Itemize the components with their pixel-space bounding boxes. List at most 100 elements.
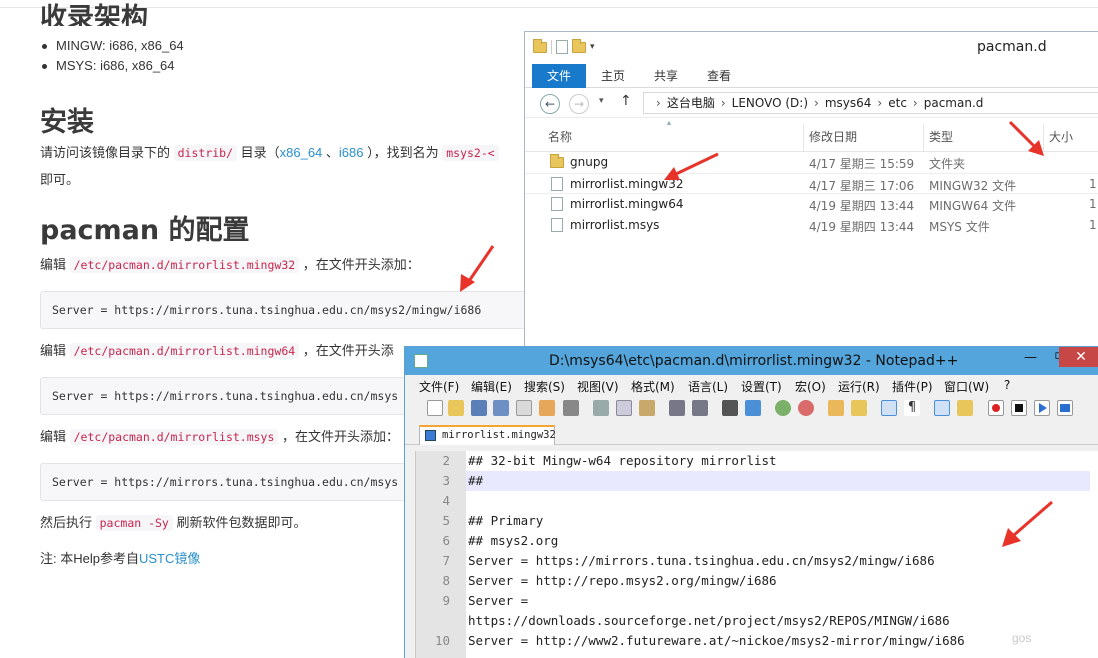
find-icon[interactable] [722, 400, 738, 416]
menu-window[interactable]: 窗口(W) [944, 378, 989, 395]
new-file-icon[interactable] [427, 400, 443, 416]
show-all-chars-icon[interactable]: ¶ [904, 400, 920, 416]
tab-share[interactable]: 共享 [654, 64, 678, 88]
file-explorer-window: ▾ pacman.d 文件 主页 共享 查看 ← → ▾ ↑ › 这台电脑 › LEN… [524, 31, 1098, 349]
menu-plugins[interactable]: 插件(P) [892, 378, 933, 395]
menu-edit[interactable]: 编辑(E) [471, 378, 512, 395]
breadcrumb-item[interactable]: 这台电脑 [667, 96, 715, 110]
explorer-titlebar: ▾ pacman.d [525, 32, 1098, 64]
indent-guide-icon[interactable] [934, 400, 950, 416]
arch-item: MINGW: i686, x86_64 [40, 36, 184, 56]
code-block-mingw32[interactable]: Server = https://mirrors.tuna.tsinghua.e… [40, 291, 530, 329]
text: 编辑 [40, 429, 70, 444]
text: ，在文件开头添加： [299, 257, 420, 272]
divider [923, 124, 924, 152]
column-size[interactable]: 大小 [1049, 128, 1073, 145]
screenshot-root: 收录架构 MINGW: i686, x86_64 MSYS: i686, x86… [0, 0, 1098, 658]
open-file-icon[interactable] [448, 400, 464, 416]
npp-menubar: 文件(F) 编辑(E) 搜索(S) 视图(V) 格式(M) 语言(L) 设置(T… [405, 375, 1098, 397]
run-macro-multiple-icon[interactable] [1057, 400, 1073, 416]
column-name[interactable]: 名称 [548, 128, 572, 145]
divider [803, 124, 804, 152]
save-all-icon[interactable] [493, 400, 509, 416]
tab-mirrorlist-mingw32[interactable]: mirrorlist.mingw32 [419, 425, 556, 445]
column-date[interactable]: 修改日期 [809, 128, 857, 145]
browser-top-edge [0, 0, 1098, 8]
record-macro-icon[interactable] [988, 400, 1004, 416]
breadcrumb-item[interactable]: LENOVO (D:) [732, 96, 808, 110]
ustc-mirror-link[interactable]: USTC镜像 [139, 551, 200, 566]
menu-search[interactable]: 搜索(S) [524, 378, 565, 395]
copy-icon[interactable] [616, 400, 632, 416]
file-date: 4/17 星期三 15:59 [809, 157, 915, 171]
undo-icon[interactable] [669, 400, 685, 416]
minimize-icon[interactable]: — [1024, 350, 1037, 365]
close-icon[interactable]: ✕ [1059, 347, 1098, 367]
play-macro-icon[interactable] [1034, 400, 1050, 416]
code-line: 9 Server = [416, 591, 1098, 611]
inline-code: /etc/pacman.d/mirrorlist.mingw32 [69, 257, 300, 273]
text: 目录（ [237, 145, 280, 160]
menu-view[interactable]: 视图(V) [577, 378, 619, 395]
save-icon[interactable] [471, 400, 487, 416]
install-heading: 安装 [40, 107, 94, 138]
column-type[interactable]: 类型 [929, 128, 953, 145]
address-breadcrumb[interactable]: › 这台电脑 › LENOVO (D:) › msys64 › etc › pacman.d [643, 92, 1098, 114]
paste-icon[interactable] [639, 400, 655, 416]
line-text: Server = http://www2.futureware.at/~nick… [468, 633, 965, 648]
new-folder-icon[interactable] [572, 38, 586, 53]
cut-icon[interactable] [593, 400, 609, 416]
line-number: 6 [442, 533, 450, 548]
back-arrow-icon[interactable]: ← [540, 94, 560, 114]
menu-help[interactable]: ? [1004, 378, 1010, 392]
stop-macro-icon[interactable] [1011, 400, 1027, 416]
forward-arrow-icon[interactable]: → [569, 94, 589, 114]
tab-file[interactable]: 文件 [532, 64, 586, 88]
print-icon[interactable] [563, 400, 579, 416]
tab-home[interactable]: 主页 [601, 64, 625, 88]
zoom-out-icon[interactable] [798, 400, 814, 416]
editor-area[interactable]: 2 ## 32-bit Mingw-w64 repository mirrorli… [415, 451, 1098, 658]
file-row-mirrorlist-msys[interactable]: mirrorlist.msys 4/19 星期四 13:44 MSYS 文件 1 [525, 215, 1098, 236]
code-line: https://downloads.sourceforge.net/projec… [416, 611, 1098, 631]
npp-window-title: D:\msys64\etc\pacman.d\mirrorlist.mingw3… [549, 353, 959, 369]
code-line: 2 ## 32-bit Mingw-w64 repository mirrorli… [416, 451, 1098, 471]
menu-macro[interactable]: 宏(O) [795, 378, 826, 395]
npp-tab-bar: mirrorlist.mingw32 [405, 421, 1098, 445]
close-file-icon[interactable] [516, 400, 532, 416]
zoom-in-icon[interactable] [775, 400, 791, 416]
x86-64-link[interactable]: x86_64 [280, 145, 323, 160]
menu-run[interactable]: 运行(R) [838, 378, 880, 395]
menu-settings[interactable]: 设置(T) [741, 378, 782, 395]
word-wrap-icon[interactable] [881, 400, 897, 416]
sync-horizontal-icon[interactable] [851, 400, 867, 416]
i686-link[interactable]: i686 [339, 145, 364, 160]
chevron-down-icon[interactable]: ▾ [590, 42, 595, 52]
doc-map-icon[interactable] [957, 400, 973, 416]
close-all-icon[interactable] [539, 400, 555, 416]
breadcrumb-sep: › [656, 96, 661, 110]
properties-icon[interactable] [556, 40, 568, 54]
sync-vertical-icon[interactable] [828, 400, 844, 416]
tab-view[interactable]: 查看 [707, 64, 731, 88]
menu-format[interactable]: 格式(M) [631, 378, 675, 395]
line-text: ## [468, 473, 484, 488]
line-text: https://downloads.sourceforge.net/projec… [468, 613, 950, 628]
line-number: 8 [442, 573, 450, 588]
code-line: 3 ## [416, 471, 1098, 491]
breadcrumb-item[interactable]: etc [888, 96, 907, 110]
up-arrow-icon[interactable]: ↑ [620, 93, 632, 109]
file-size: 1 [1089, 218, 1097, 232]
redo-icon[interactable] [692, 400, 708, 416]
folder-icon[interactable] [533, 38, 547, 53]
replace-icon[interactable] [745, 400, 761, 416]
file-row-mirrorlist-mingw64[interactable]: mirrorlist.mingw64 4/19 星期四 13:44 MINGW6… [525, 194, 1098, 215]
recent-chevron-icon[interactable]: ▾ [599, 96, 604, 106]
menu-language[interactable]: 语言(L) [688, 378, 728, 395]
code-line: 10 Server = http://www2.futureware.at/~ni… [416, 631, 1098, 651]
menu-file[interactable]: 文件(F) [419, 378, 459, 395]
install-paragraph: 请访问该镜像目录下的 distrib/ 目录（x86_64 、i686 ），找到… [40, 143, 499, 163]
breadcrumb-item[interactable]: msys64 [825, 96, 872, 110]
file-row-mirrorlist-mingw32[interactable]: mirrorlist.mingw32 4/17 星期三 17:06 MINGW3… [525, 173, 1098, 194]
breadcrumb-item[interactable]: pacman.d [924, 96, 984, 110]
